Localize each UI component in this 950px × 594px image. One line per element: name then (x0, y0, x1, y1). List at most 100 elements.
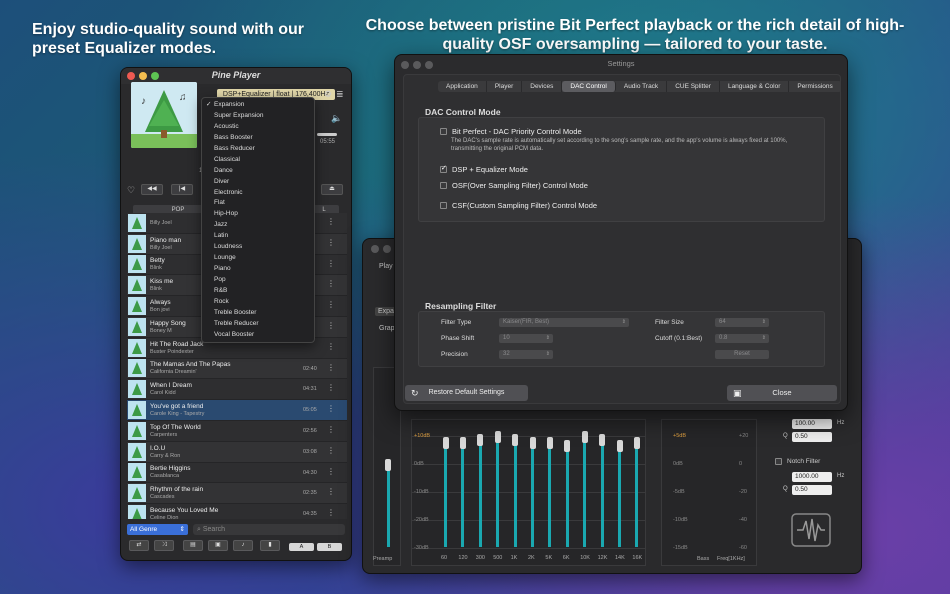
eq-band-slider[interactable] (477, 434, 484, 447)
eq-preset-item[interactable]: Treble Booster (202, 308, 314, 319)
repeat-button[interactable]: ⇄ (129, 540, 149, 551)
gear-icon[interactable]: ⚙ (324, 89, 332, 100)
more-icon[interactable]: ⋮ (327, 217, 335, 226)
close-button[interactable]: ▣ Close (727, 385, 837, 401)
close-window-button[interactable] (371, 245, 379, 253)
cutoff-stepper[interactable]: 0.8 ⇕ (715, 334, 769, 343)
settings-tab[interactable]: CUE Splitter (667, 81, 720, 92)
eq-preset-item[interactable]: Bass Reducer (202, 144, 314, 155)
eq-preset-item[interactable]: Lounge (202, 253, 314, 264)
more-icon[interactable]: ⋮ (327, 425, 335, 434)
settings-tab[interactable]: Application (438, 81, 487, 92)
more-icon[interactable]: ⋮ (327, 363, 335, 372)
more-icon[interactable]: ⋮ (327, 300, 335, 309)
eq-band-slider[interactable] (546, 437, 553, 450)
eq-preset-item[interactable]: Pop (202, 275, 314, 286)
album-button[interactable]: ▣ (208, 540, 228, 551)
more-icon[interactable]: ⋮ (327, 321, 335, 330)
more-icon[interactable]: ⋮ (327, 508, 335, 517)
filter-size-stepper[interactable]: 64 ⇕ (715, 318, 769, 327)
eq-preset-item[interactable]: Vocal Booster (202, 330, 314, 341)
previous-button[interactable]: |◀ (171, 184, 193, 195)
dac-mode-option[interactable]: DSP + Equalizer Mode (440, 164, 528, 174)
volume-slider[interactable] (317, 133, 337, 136)
eq-preset-item[interactable]: Rock (202, 297, 314, 308)
more-icon[interactable]: ⋮ (327, 238, 335, 247)
more-icon[interactable]: ⋮ (327, 446, 335, 455)
more-icon[interactable]: ⋮ (327, 404, 335, 413)
eq-band-slider[interactable] (494, 431, 501, 444)
eject-button[interactable]: ⏏ (321, 184, 343, 195)
dac-mode-checkbox[interactable] (440, 164, 447, 173)
filter2-freq-field[interactable]: 1000.00 (792, 472, 832, 482)
dac-mode-checkbox[interactable] (440, 202, 447, 209)
eq-preset-item[interactable]: Expansion (202, 100, 314, 111)
settings-tab[interactable]: Player (487, 81, 523, 92)
reset-button[interactable]: Reset (715, 350, 769, 359)
eq-preset-item[interactable]: Jazz (202, 220, 314, 231)
settings-tab[interactable]: DAC Control (562, 81, 616, 92)
ab-a-button[interactable]: A (289, 543, 314, 551)
heart-icon[interactable]: ♡ (127, 185, 135, 196)
eq-preset-item[interactable]: Piano (202, 264, 314, 275)
eq-band-slider[interactable] (599, 434, 606, 447)
device-button[interactable]: ▮ (260, 540, 280, 551)
filter-type-select[interactable]: Kaiser(FIR, Best) ⇕ (499, 318, 629, 327)
filter2-q-field[interactable]: 0.50 (792, 485, 832, 495)
more-icon[interactable]: ⋮ (327, 259, 335, 268)
eq-preset-item[interactable]: Classical (202, 155, 314, 166)
eq-band-slider[interactable] (581, 431, 588, 444)
search-input[interactable]: ⌕ Search (193, 524, 345, 535)
eq-band-slider[interactable] (459, 437, 466, 450)
song-row[interactable]: Bertie Higgins Casablanca 04:30 ⋮ (127, 462, 347, 484)
minimize-window-button[interactable] (383, 245, 391, 253)
rewind-button[interactable]: ◀◀ (141, 184, 163, 195)
more-icon[interactable]: ⋮ (327, 342, 335, 351)
shuffle-button[interactable]: ⤨ (154, 540, 174, 551)
settings-tab[interactable]: Language & Color (720, 81, 790, 92)
song-row[interactable]: I.O.U Carry & Ron 03:08 ⋮ (127, 441, 347, 463)
volume-icon[interactable]: 🔈 (331, 113, 342, 124)
eq-band-slider[interactable] (616, 440, 623, 453)
eq-preset-item[interactable]: Diver (202, 177, 314, 188)
ab-b-button[interactable]: B (317, 543, 342, 551)
eq-preset-item[interactable]: Bass Booster (202, 133, 314, 144)
eq-band-slider[interactable] (633, 437, 640, 450)
notch-filter-checkbox[interactable] (775, 458, 782, 465)
preamp-slider[interactable] (385, 459, 391, 471)
eq-preset-item[interactable]: Treble Reducer (202, 319, 314, 330)
more-icon[interactable]: ⋮ (327, 467, 335, 476)
settings-tab[interactable]: Audio Track (616, 81, 668, 92)
filter1-freq-field[interactable]: 100.00 (792, 419, 832, 429)
phase-shift-stepper[interactable]: 10 ⇕ (499, 334, 553, 343)
dac-mode-option[interactable]: CSF(Custom Sampling Filter) Control Mode (440, 201, 597, 210)
eq-preset-item[interactable]: Loudness (202, 242, 314, 253)
dac-mode-option[interactable]: Bit Perfect - DAC Priority Control Mode (440, 127, 582, 136)
song-row[interactable]: Top Of The World Carpenters 02:56 ⋮ (127, 420, 347, 442)
song-row[interactable]: You've got a friend Carole King - Tapestr… (127, 400, 347, 421)
eq-band-slider[interactable] (512, 434, 519, 447)
precision-stepper[interactable]: 32 ⇕ (499, 350, 553, 359)
dac-mode-checkbox[interactable] (440, 128, 447, 135)
eq-band-slider[interactable] (442, 437, 449, 450)
eq-preset-item[interactable]: Acoustic (202, 122, 314, 133)
song-row[interactable]: Rhythm of the rain Cascades 02:35 ⋮ (127, 483, 347, 505)
filter1-q-field[interactable]: 0.50 (792, 432, 832, 442)
eq-preset-item[interactable]: R&B (202, 286, 314, 297)
eq-preset-item[interactable]: Latin (202, 231, 314, 242)
eq-preset-item[interactable]: Hip-Hop (202, 209, 314, 220)
restore-defaults-button[interactable]: ↻ Restore Default Settings (405, 385, 528, 401)
eq-preset-item[interactable]: Super Expansion (202, 111, 314, 122)
settings-tab[interactable]: Devices (522, 81, 563, 92)
dac-mode-option[interactable]: OSF(Over Sampling Filter) Control Mode (440, 181, 588, 190)
lyrics-button[interactable]: ♪ (233, 540, 253, 551)
more-icon[interactable]: ⋮ (327, 487, 335, 496)
library-button[interactable]: ▤ (183, 540, 203, 551)
eq-preset-item[interactable]: Dance (202, 166, 314, 177)
eq-preset-item[interactable]: Electronic (202, 188, 314, 199)
eq-band-slider[interactable] (529, 437, 536, 450)
genre-select[interactable]: All Genre ⇕ (127, 524, 188, 535)
eq-preset-item[interactable]: Flat (202, 198, 314, 209)
more-icon[interactable]: ⋮ (327, 279, 335, 288)
eq-band-slider[interactable] (564, 440, 571, 453)
